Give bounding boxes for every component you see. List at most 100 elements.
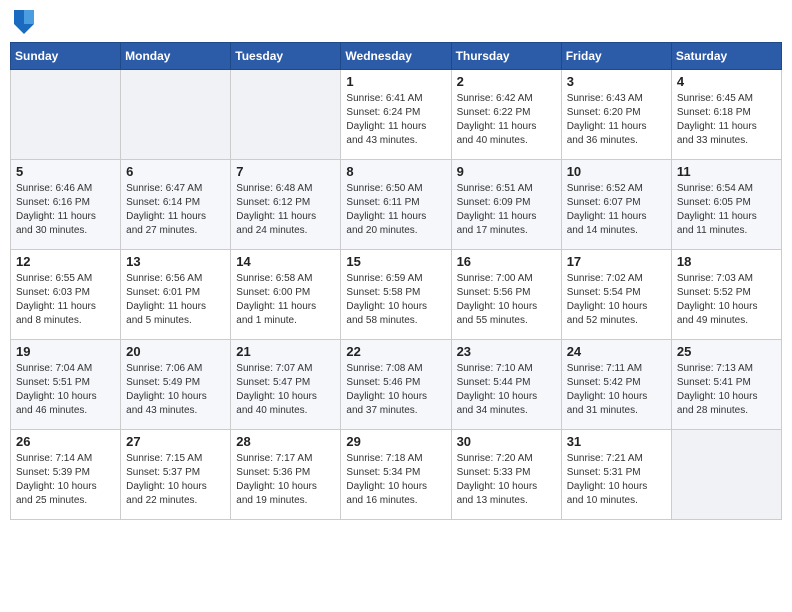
sunset-text: Sunset: 5:52 PM bbox=[677, 287, 751, 298]
daylight-text: Daylight: 11 hours and 30 minutes. bbox=[16, 211, 96, 236]
sunset-text: Sunset: 5:42 PM bbox=[567, 377, 641, 388]
day-number: 15 bbox=[346, 254, 445, 269]
sunrise-text: Sunrise: 6:55 AM bbox=[16, 273, 92, 284]
calendar-cell: 22 Sunrise: 7:08 AM Sunset: 5:46 PM Dayl… bbox=[341, 340, 451, 430]
day-number: 25 bbox=[677, 344, 776, 359]
calendar-cell: 29 Sunrise: 7:18 AM Sunset: 5:34 PM Dayl… bbox=[341, 430, 451, 520]
day-number: 13 bbox=[126, 254, 225, 269]
daylight-text: Daylight: 11 hours and 33 minutes. bbox=[677, 121, 757, 146]
sunrise-text: Sunrise: 6:50 AM bbox=[346, 183, 422, 194]
daylight-text: Daylight: 11 hours and 14 minutes. bbox=[567, 211, 647, 236]
day-info: Sunrise: 7:21 AM Sunset: 5:31 PM Dayligh… bbox=[567, 452, 666, 508]
day-info: Sunrise: 7:08 AM Sunset: 5:46 PM Dayligh… bbox=[346, 362, 445, 418]
daylight-text: Daylight: 10 hours and 49 minutes. bbox=[677, 301, 758, 326]
calendar-week-row: 12 Sunrise: 6:55 AM Sunset: 6:03 PM Dayl… bbox=[11, 250, 782, 340]
day-number: 1 bbox=[346, 74, 445, 89]
day-info: Sunrise: 7:00 AM Sunset: 5:56 PM Dayligh… bbox=[457, 272, 556, 328]
daylight-text: Daylight: 10 hours and 46 minutes. bbox=[16, 391, 97, 416]
sunrise-text: Sunrise: 6:51 AM bbox=[457, 183, 533, 194]
daylight-text: Daylight: 10 hours and 43 minutes. bbox=[126, 391, 207, 416]
day-number: 4 bbox=[677, 74, 776, 89]
sunrise-text: Sunrise: 6:43 AM bbox=[567, 93, 643, 104]
day-info: Sunrise: 7:11 AM Sunset: 5:42 PM Dayligh… bbox=[567, 362, 666, 418]
sunset-text: Sunset: 6:03 PM bbox=[16, 287, 90, 298]
sunset-text: Sunset: 6:18 PM bbox=[677, 107, 751, 118]
sunrise-text: Sunrise: 7:07 AM bbox=[236, 363, 312, 374]
day-number: 31 bbox=[567, 434, 666, 449]
daylight-text: Daylight: 10 hours and 16 minutes. bbox=[346, 481, 427, 506]
calendar-cell bbox=[11, 70, 121, 160]
daylight-text: Daylight: 11 hours and 11 minutes. bbox=[677, 211, 757, 236]
day-info: Sunrise: 7:13 AM Sunset: 5:41 PM Dayligh… bbox=[677, 362, 776, 418]
sunrise-text: Sunrise: 6:48 AM bbox=[236, 183, 312, 194]
daylight-text: Daylight: 10 hours and 34 minutes. bbox=[457, 391, 538, 416]
daylight-text: Daylight: 11 hours and 20 minutes. bbox=[346, 211, 426, 236]
daylight-text: Daylight: 10 hours and 28 minutes. bbox=[677, 391, 758, 416]
daylight-text: Daylight: 11 hours and 8 minutes. bbox=[16, 301, 96, 326]
daylight-text: Daylight: 11 hours and 36 minutes. bbox=[567, 121, 647, 146]
sunset-text: Sunset: 6:11 PM bbox=[346, 197, 419, 208]
sunrise-text: Sunrise: 6:46 AM bbox=[16, 183, 92, 194]
day-info: Sunrise: 7:04 AM Sunset: 5:51 PM Dayligh… bbox=[16, 362, 115, 418]
daylight-text: Daylight: 10 hours and 10 minutes. bbox=[567, 481, 648, 506]
day-number: 29 bbox=[346, 434, 445, 449]
day-info: Sunrise: 7:14 AM Sunset: 5:39 PM Dayligh… bbox=[16, 452, 115, 508]
day-number: 2 bbox=[457, 74, 556, 89]
day-number: 11 bbox=[677, 164, 776, 179]
page-header bbox=[10, 10, 782, 34]
day-number: 16 bbox=[457, 254, 556, 269]
calendar-cell: 28 Sunrise: 7:17 AM Sunset: 5:36 PM Dayl… bbox=[231, 430, 341, 520]
day-number: 22 bbox=[346, 344, 445, 359]
sunrise-text: Sunrise: 6:59 AM bbox=[346, 273, 422, 284]
day-number: 21 bbox=[236, 344, 335, 359]
weekday-header: Saturday bbox=[671, 43, 781, 70]
sunrise-text: Sunrise: 6:54 AM bbox=[677, 183, 753, 194]
day-info: Sunrise: 7:18 AM Sunset: 5:34 PM Dayligh… bbox=[346, 452, 445, 508]
sunset-text: Sunset: 5:41 PM bbox=[677, 377, 751, 388]
day-number: 27 bbox=[126, 434, 225, 449]
calendar-cell: 9 Sunrise: 6:51 AM Sunset: 6:09 PM Dayli… bbox=[451, 160, 561, 250]
calendar-week-row: 1 Sunrise: 6:41 AM Sunset: 6:24 PM Dayli… bbox=[11, 70, 782, 160]
day-number: 9 bbox=[457, 164, 556, 179]
sunset-text: Sunset: 5:31 PM bbox=[567, 467, 641, 478]
day-number: 20 bbox=[126, 344, 225, 359]
calendar-cell: 21 Sunrise: 7:07 AM Sunset: 5:47 PM Dayl… bbox=[231, 340, 341, 430]
day-number: 12 bbox=[16, 254, 115, 269]
weekday-header: Thursday bbox=[451, 43, 561, 70]
sunrise-text: Sunrise: 6:47 AM bbox=[126, 183, 202, 194]
day-info: Sunrise: 6:41 AM Sunset: 6:24 PM Dayligh… bbox=[346, 92, 445, 148]
sunrise-text: Sunrise: 7:15 AM bbox=[126, 453, 202, 464]
sunrise-text: Sunrise: 7:06 AM bbox=[126, 363, 202, 374]
sunrise-text: Sunrise: 7:20 AM bbox=[457, 453, 533, 464]
day-number: 26 bbox=[16, 434, 115, 449]
calendar-cell: 12 Sunrise: 6:55 AM Sunset: 6:03 PM Dayl… bbox=[11, 250, 121, 340]
sunrise-text: Sunrise: 6:41 AM bbox=[346, 93, 422, 104]
day-info: Sunrise: 6:45 AM Sunset: 6:18 PM Dayligh… bbox=[677, 92, 776, 148]
sunset-text: Sunset: 6:24 PM bbox=[346, 107, 420, 118]
calendar-cell: 31 Sunrise: 7:21 AM Sunset: 5:31 PM Dayl… bbox=[561, 430, 671, 520]
weekday-header: Sunday bbox=[11, 43, 121, 70]
logo bbox=[14, 10, 38, 34]
weekday-header: Tuesday bbox=[231, 43, 341, 70]
day-info: Sunrise: 7:07 AM Sunset: 5:47 PM Dayligh… bbox=[236, 362, 335, 418]
sunrise-text: Sunrise: 7:00 AM bbox=[457, 273, 533, 284]
calendar-cell: 26 Sunrise: 7:14 AM Sunset: 5:39 PM Dayl… bbox=[11, 430, 121, 520]
day-info: Sunrise: 7:15 AM Sunset: 5:37 PM Dayligh… bbox=[126, 452, 225, 508]
logo-icon bbox=[14, 10, 34, 34]
daylight-text: Daylight: 11 hours and 17 minutes. bbox=[457, 211, 537, 236]
day-info: Sunrise: 6:48 AM Sunset: 6:12 PM Dayligh… bbox=[236, 182, 335, 238]
day-number: 23 bbox=[457, 344, 556, 359]
sunset-text: Sunset: 5:34 PM bbox=[346, 467, 420, 478]
calendar-cell: 20 Sunrise: 7:06 AM Sunset: 5:49 PM Dayl… bbox=[121, 340, 231, 430]
day-number: 17 bbox=[567, 254, 666, 269]
day-info: Sunrise: 7:10 AM Sunset: 5:44 PM Dayligh… bbox=[457, 362, 556, 418]
day-info: Sunrise: 6:52 AM Sunset: 6:07 PM Dayligh… bbox=[567, 182, 666, 238]
sunset-text: Sunset: 6:05 PM bbox=[677, 197, 751, 208]
daylight-text: Daylight: 11 hours and 27 minutes. bbox=[126, 211, 206, 236]
daylight-text: Daylight: 11 hours and 24 minutes. bbox=[236, 211, 316, 236]
sunset-text: Sunset: 5:47 PM bbox=[236, 377, 310, 388]
day-number: 7 bbox=[236, 164, 335, 179]
weekday-header: Wednesday bbox=[341, 43, 451, 70]
sunrise-text: Sunrise: 6:56 AM bbox=[126, 273, 202, 284]
day-number: 30 bbox=[457, 434, 556, 449]
